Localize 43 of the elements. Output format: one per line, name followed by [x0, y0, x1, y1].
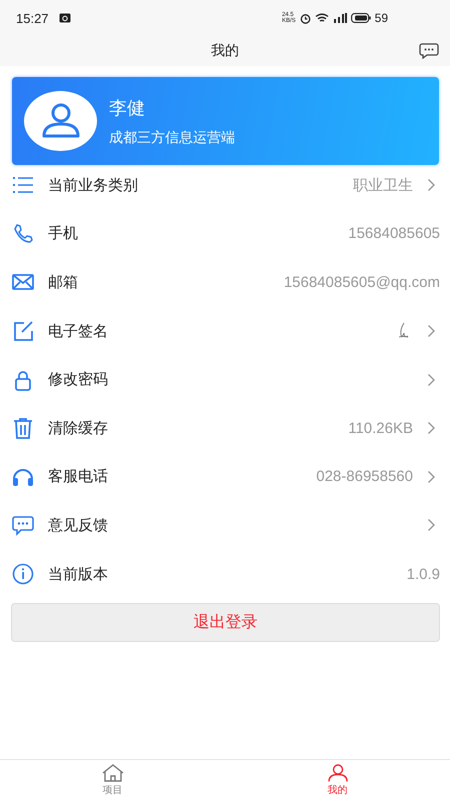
row-label: 电子签名 [48, 322, 108, 341]
battery-icon [350, 13, 371, 23]
lock-icon [12, 368, 34, 391]
status-time: 15:27 [16, 10, 49, 26]
organization-name: 成都三方信息运营端 [109, 128, 235, 146]
settings-row[interactable]: 邮箱 15684085605@qq.com [0, 258, 450, 307]
edit-icon [12, 320, 34, 342]
info-icon [12, 563, 34, 586]
chat-icon [12, 514, 34, 536]
row-value: 15684085605@qq.com [284, 274, 440, 291]
settings-row[interactable]: 电子签名 [0, 306, 450, 356]
alarm-icon [300, 12, 311, 24]
user-name: 李健 [109, 96, 146, 120]
person-icon [326, 764, 348, 782]
settings-row[interactable]: 当前版本 1.0.9 [0, 550, 450, 598]
page-title: 我的 [211, 42, 239, 60]
row-value: 15684085605 [348, 225, 440, 242]
wifi-icon [314, 13, 329, 23]
settings-row[interactable]: 手机 15684085605 [0, 210, 450, 258]
row-label: 邮箱 [48, 272, 78, 292]
row-label: 当前版本 [48, 564, 108, 584]
row-label: 当前业务类别 [48, 176, 138, 195]
settings-row[interactable]: 客服电话 028-86958560 [0, 452, 450, 502]
trash-icon [12, 417, 34, 440]
row-value: 028-86958560 [316, 468, 413, 486]
battery-level: 59 [374, 11, 388, 25]
settings-row[interactable]: 修改密码 [0, 355, 450, 404]
person-icon [40, 103, 80, 139]
row-label: 清除缓存 [48, 418, 108, 438]
row-value: 110.26KB [348, 420, 413, 437]
settings-row[interactable]: 意见反馈 [0, 501, 450, 550]
row-value: 职业卫生 [353, 176, 413, 195]
logout-button[interactable]: 退出登录 [11, 603, 440, 642]
row-label: 修改密码 [48, 370, 108, 390]
row-label: 客服电话 [48, 467, 108, 486]
phone-icon [12, 222, 34, 245]
settings-row[interactable]: 清除缓存 110.26KB [0, 404, 450, 453]
message-icon[interactable] [419, 43, 439, 59]
row-label: 手机 [48, 224, 78, 244]
home-icon [102, 764, 124, 782]
signal-icon [332, 13, 347, 23]
row-value: 1.0.9 [406, 566, 440, 583]
row-label: 意见反馈 [48, 516, 108, 535]
